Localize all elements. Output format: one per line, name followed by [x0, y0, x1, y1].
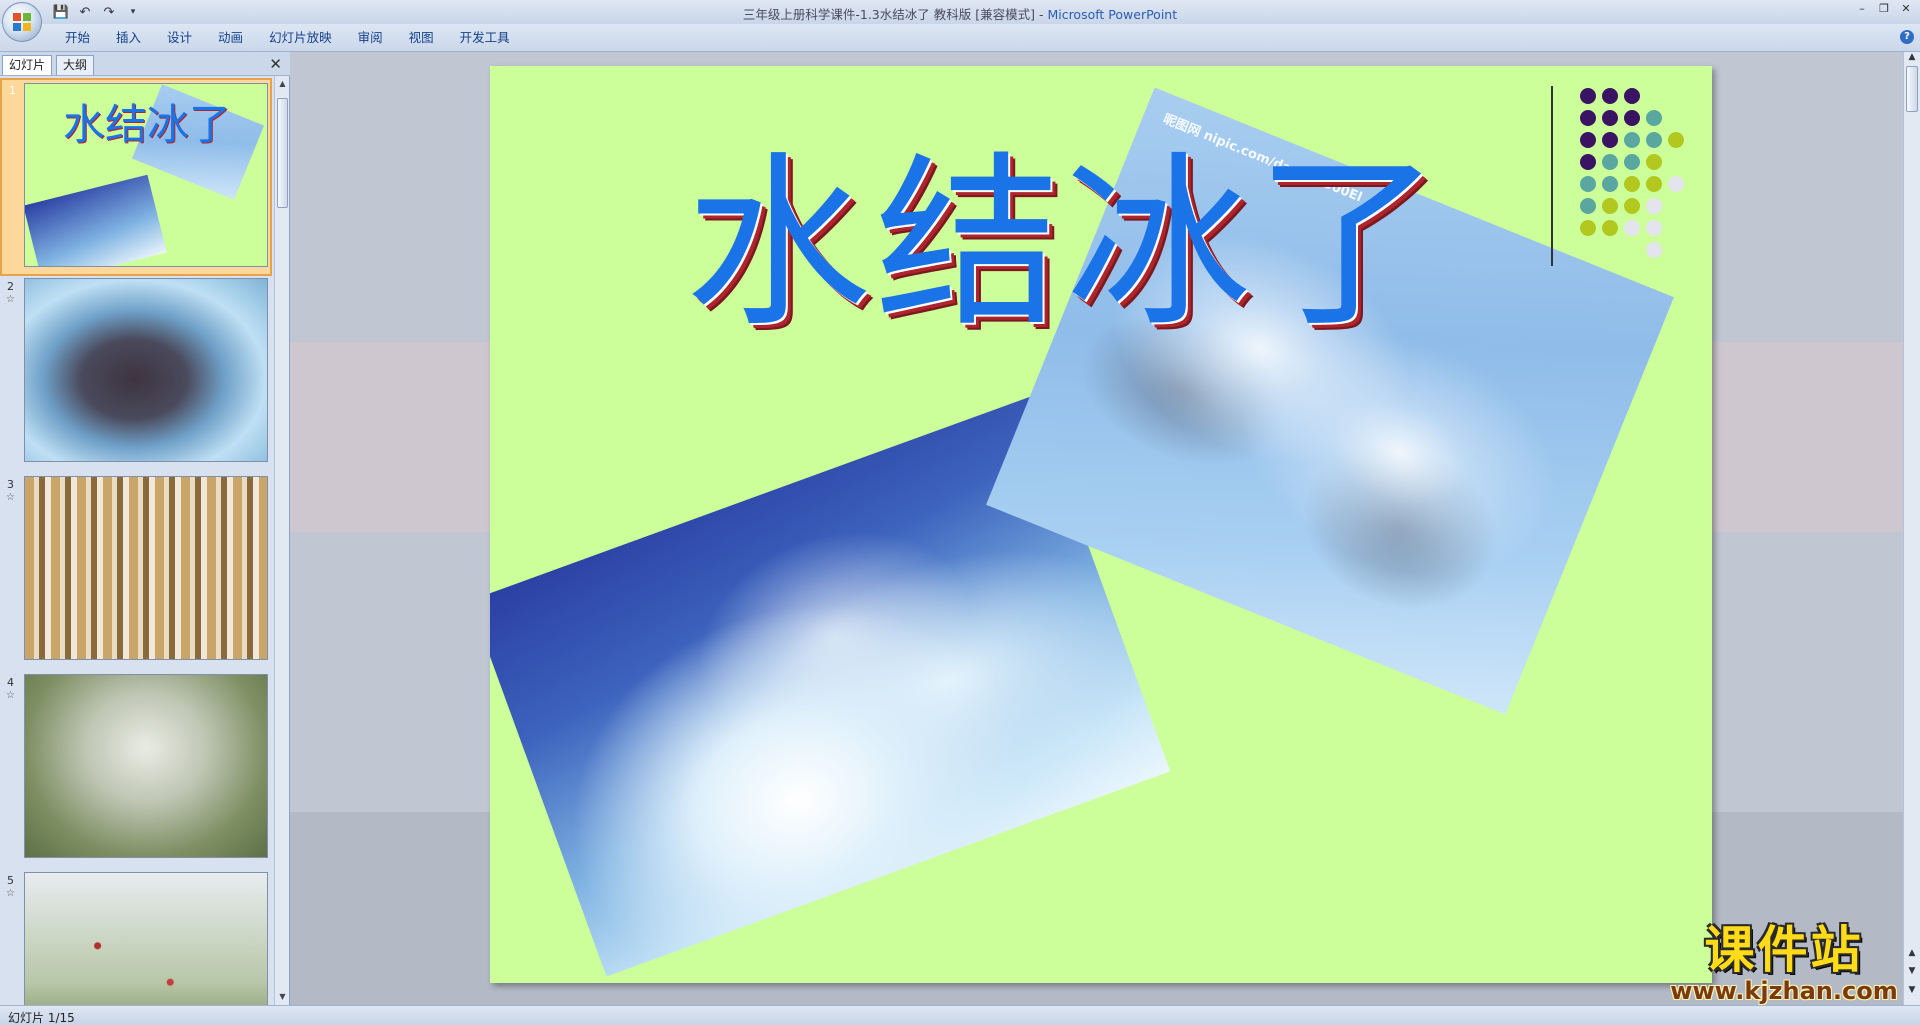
decorative-line	[1551, 86, 1553, 266]
app-name: Microsoft PowerPoint	[1047, 7, 1178, 22]
tab-slides[interactable]: 幻灯片	[2, 55, 53, 75]
help-icon[interactable]: ?	[1900, 30, 1914, 44]
slide-thumbnail-3[interactable]: 3 ☆	[0, 474, 272, 672]
decorative-dot-grid	[1580, 88, 1700, 268]
decorative-dot	[1668, 176, 1684, 192]
thumbnail-scrollbar[interactable]: ▲ ▼	[274, 76, 289, 1005]
animation-star-icon: ☆	[6, 294, 15, 305]
thumbnail-preview	[24, 674, 268, 858]
window-controls: – ❐ ✕	[1854, 2, 1914, 16]
slide-canvas[interactable]: 昵图网 nipic.com/daniel4300El 水结冰了	[490, 66, 1712, 983]
animation-star-icon: ☆	[6, 888, 15, 899]
decorative-dot	[1580, 88, 1596, 104]
slide-thumbnail-1[interactable]: 1 水结冰了	[0, 78, 272, 276]
thumbnail-title: 水结冰了	[63, 100, 232, 149]
tab-developer[interactable]: 开发工具	[447, 29, 523, 47]
thumbnail-crushed-ice	[25, 174, 167, 266]
thumbnail-number: 5	[7, 874, 14, 887]
scroll-thumb[interactable]	[277, 98, 288, 208]
slide-thumbnail-5[interactable]: 5 ☆	[0, 870, 272, 1005]
decorative-dot	[1602, 132, 1618, 148]
animation-star-icon: ☆	[6, 492, 15, 503]
document-title: 三年级上册科学课件-1.3水结冰了 教科版 [兼容模式] -	[742, 7, 1048, 22]
thumbnail-number: 1	[9, 84, 16, 97]
tab-slideshow[interactable]: 幻灯片放映	[256, 29, 345, 47]
decorative-dot	[1602, 176, 1618, 192]
ribbon-tabs: 开始 插入 设计 动画 幻灯片放映 审阅 视图 开发工具	[52, 29, 523, 47]
decorative-dot	[1646, 176, 1662, 192]
restore-icon[interactable]: ❐	[1876, 2, 1892, 16]
thumbnail-number: 3	[7, 478, 14, 491]
scroll-thumb[interactable]	[1906, 66, 1918, 112]
next-slide-icon[interactable]: ▼	[1905, 966, 1919, 982]
site-watermark: 课件站 www.kjzhan.com	[1664, 922, 1904, 1004]
decorative-dot	[1580, 154, 1596, 170]
office-button[interactable]	[2, 2, 42, 42]
decorative-dot	[1580, 132, 1596, 148]
tab-view[interactable]: 视图	[396, 29, 447, 47]
decorative-dot	[1624, 132, 1640, 148]
tab-animations[interactable]: 动画	[205, 29, 256, 47]
decorative-dot	[1646, 198, 1662, 214]
window-title: 三年级上册科学课件-1.3水结冰了 教科版 [兼容模式] - Microsoft…	[0, 4, 1920, 23]
slides-pane: 幻灯片 大纲 ✕ 1 水结冰了 2 ☆ 3 ☆ 4 ☆ 5 ☆ ▲ ▼	[0, 52, 290, 1005]
decorative-dot	[1580, 198, 1596, 214]
tab-review[interactable]: 审阅	[345, 29, 396, 47]
tab-insert[interactable]: 插入	[103, 29, 154, 47]
status-bar: 幻灯片 1/15	[0, 1005, 1920, 1025]
tab-design[interactable]: 设计	[154, 29, 205, 47]
minimize-icon[interactable]: –	[1854, 2, 1870, 16]
decorative-dot	[1646, 242, 1662, 258]
decorative-dot	[1580, 110, 1596, 126]
slide-title[interactable]: 水结冰了	[685, 151, 1445, 337]
slide-counter: 幻灯片 1/15	[8, 1011, 75, 1025]
decorative-dot	[1602, 198, 1618, 214]
animation-star-icon: ☆	[6, 690, 15, 701]
scroll-up-icon[interactable]: ▲	[275, 76, 290, 92]
thumbnail-preview	[24, 476, 268, 660]
watermark-url: www.kjzhan.com	[1670, 977, 1898, 1005]
thumbnail-number: 2	[7, 280, 14, 293]
pane-tabs: 幻灯片 大纲 ✕	[0, 52, 290, 76]
decorative-dot	[1624, 88, 1640, 104]
thumbnail-number: 4	[7, 676, 14, 689]
decorative-dot	[1624, 198, 1640, 214]
decorative-dot	[1646, 154, 1662, 170]
decorative-dot	[1580, 176, 1596, 192]
slide-thumbnail-4[interactable]: 4 ☆	[0, 672, 272, 870]
decorative-dot	[1668, 132, 1684, 148]
decorative-dot	[1580, 220, 1596, 236]
close-icon[interactable]: ✕	[1898, 2, 1914, 16]
decorative-dot	[1602, 110, 1618, 126]
decorative-dot	[1624, 176, 1640, 192]
decorative-dot	[1624, 154, 1640, 170]
decorative-dot	[1602, 154, 1618, 170]
title-bar: 💾 ↶ ↷ ▾ 三年级上册科学课件-1.3水结冰了 教科版 [兼容模式] - M…	[0, 0, 1920, 24]
scroll-down-icon[interactable]: ▼	[275, 989, 290, 1005]
decorative-dot	[1624, 110, 1640, 126]
ribbon: 开始 插入 设计 动画 幻灯片放映 审阅 视图 开发工具 ?	[0, 24, 1920, 52]
thumbnail-preview	[24, 278, 268, 462]
tab-outline[interactable]: 大纲	[56, 55, 95, 75]
decorative-dot	[1646, 110, 1662, 126]
decorative-dot	[1624, 220, 1640, 236]
close-pane-icon[interactable]: ✕	[269, 55, 282, 73]
previous-slide-icon[interactable]: ▲	[1905, 948, 1919, 964]
thumbnail-list: 1 水结冰了 2 ☆ 3 ☆ 4 ☆ 5 ☆	[0, 78, 272, 1005]
scroll-down-icon[interactable]: ▼	[1905, 985, 1919, 1001]
decorative-dot	[1646, 132, 1662, 148]
slide-scrollbar[interactable]: ▲ ▲ ▼ ▼	[1903, 52, 1920, 1005]
office-logo-icon	[13, 13, 33, 33]
thumbnail-preview: 水结冰了	[24, 83, 268, 267]
thumbnail-preview	[24, 872, 268, 1005]
watermark-text: 课件站	[1704, 921, 1864, 979]
slide-thumbnail-2[interactable]: 2 ☆	[0, 276, 272, 474]
decorative-dot	[1602, 88, 1618, 104]
decorative-dot	[1646, 220, 1662, 236]
tab-home[interactable]: 开始	[52, 29, 103, 47]
decorative-dot	[1602, 220, 1618, 236]
